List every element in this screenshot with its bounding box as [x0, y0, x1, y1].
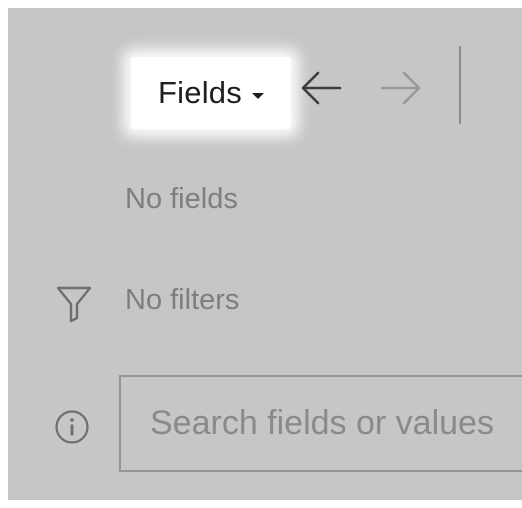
no-filters-text: No filters [125, 284, 240, 316]
toolbar-divider [459, 46, 461, 124]
fields-dropdown-label: Fields [158, 75, 242, 110]
no-fields-text: No fields [125, 183, 238, 215]
caret-down-icon [251, 92, 264, 99]
search-input[interactable] [150, 404, 522, 443]
search-field[interactable] [119, 375, 522, 472]
info-icon[interactable] [54, 409, 90, 445]
arrow-left-icon [301, 71, 342, 105]
data-panel: Fields No fields No filters [8, 8, 522, 500]
back-button[interactable] [297, 64, 345, 112]
forward-button[interactable] [377, 64, 425, 112]
funnel-icon [56, 286, 92, 323]
arrow-right-icon [380, 71, 421, 105]
fields-dropdown-button[interactable]: Fields [131, 57, 291, 129]
